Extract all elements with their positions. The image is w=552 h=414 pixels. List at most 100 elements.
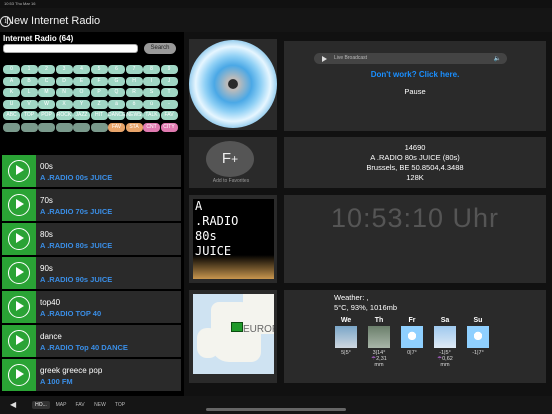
station-row[interactable]: 00s A .RADIO 00s JUICE: [2, 155, 181, 188]
filter-key[interactable]: [38, 123, 55, 132]
filter-key[interactable]: 3: [55, 65, 73, 74]
filter-key[interactable]: R: [125, 88, 143, 98]
filter-key[interactable]: B: [20, 76, 38, 86]
weather-rain-unit: mm: [374, 362, 384, 368]
filter-key[interactable]: N: [55, 88, 73, 98]
audio-player[interactable]: Live Broadcast 🔈: [314, 53, 507, 64]
filter-key[interactable]: F: [90, 76, 108, 86]
filter-key[interactable]: T: [160, 88, 178, 98]
filter-key[interactable]: CNT: [143, 123, 160, 132]
filter-key[interactable]: TALK: [143, 111, 160, 121]
filter-key[interactable]: Q: [108, 88, 125, 98]
play-button[interactable]: [2, 189, 36, 221]
filter-key[interactable]: 5: [90, 65, 108, 74]
filter-key[interactable]: P: [90, 88, 108, 98]
filter-key[interactable]: H: [125, 76, 143, 86]
station-row[interactable]: dance A .RADIO Top 40 DANCE: [2, 325, 181, 358]
filter-key[interactable]: DANCE: [108, 111, 126, 121]
filter-key[interactable]: 2: [38, 65, 55, 74]
filter-key[interactable]: 6: [108, 65, 125, 74]
filter-key[interactable]: [90, 123, 108, 132]
station-subtitle: A 100 FM: [40, 377, 73, 386]
tab-fav[interactable]: FAV: [72, 401, 88, 409]
play-icon: [16, 165, 24, 175]
filter-key[interactable]: D: [55, 76, 73, 86]
filter-key[interactable]: V: [20, 99, 38, 109]
europe-map[interactable]: EUROP: [193, 294, 274, 374]
filter-key[interactable]: HIT: [90, 111, 108, 121]
filter-key[interactable]: 7: [125, 65, 143, 74]
tab-new[interactable]: NEW: [92, 401, 108, 409]
station-subtitle: A .RADIO 80s JUICE: [40, 241, 113, 250]
filter-key[interactable]: L: [20, 88, 38, 98]
filter-key[interactable]: Y: [73, 99, 90, 109]
station-row[interactable]: greek greece pop A 100 FM: [2, 359, 181, 392]
tab-bar: ◀ HO... MAP FAV NEW TOP: [0, 396, 552, 414]
tab-top[interactable]: TOP: [112, 401, 128, 409]
filter-key[interactable]: Z: [90, 99, 108, 109]
filter-key[interactable]: JAZZ: [73, 111, 90, 121]
weather-temp: 5|5°: [341, 350, 351, 356]
filter-key[interactable]: FAV: [108, 123, 125, 132]
tab-map[interactable]: MAP: [53, 401, 69, 409]
filter-key[interactable]: [20, 123, 38, 132]
filter-key[interactable]: J: [160, 76, 178, 86]
play-button[interactable]: [2, 325, 36, 357]
filter-key[interactable]: K: [3, 88, 20, 98]
play-button[interactable]: [2, 155, 36, 187]
station-info-panel: 14690 A .RADIO 80s JUICE (80s) Brussels,…: [284, 137, 546, 188]
filter-key[interactable]: ROCK: [55, 111, 73, 121]
filter-key[interactable]: ö: [125, 99, 143, 109]
dont-work-link[interactable]: Don't work? Click here.: [284, 70, 546, 79]
pause-label[interactable]: Pause: [284, 87, 546, 96]
filter-key[interactable]: I: [143, 76, 160, 86]
volume-icon[interactable]: 🔈: [494, 55, 501, 62]
back-arrow-icon[interactable]: ◀: [10, 400, 16, 409]
filter-key[interactable]: 0: [3, 65, 20, 74]
filter-key[interactable]: S: [143, 88, 160, 98]
search-input[interactable]: [3, 44, 138, 53]
play-icon[interactable]: [322, 56, 327, 62]
filter-key[interactable]: E: [73, 76, 90, 86]
cd-disc-icon[interactable]: [189, 40, 277, 128]
filter-key[interactable]: ä: [108, 99, 125, 109]
station-row[interactable]: top40 A .RADIO TOP 40: [2, 291, 181, 324]
filter-key[interactable]: ü: [143, 99, 160, 109]
filter-key[interactable]: 1: [20, 65, 38, 74]
filter-key[interactable]: POP: [38, 111, 55, 121]
play-button[interactable]: [2, 291, 36, 323]
cd-panel: [189, 39, 277, 130]
filter-key[interactable]: W: [38, 99, 55, 109]
filter-key[interactable]: 9: [160, 65, 178, 74]
play-button[interactable]: [2, 359, 36, 391]
add-favorite-button[interactable]: F+: [206, 141, 254, 177]
play-button[interactable]: [2, 223, 36, 255]
filter-key[interactable]: [73, 123, 90, 132]
filter-key[interactable]: C: [38, 76, 55, 86]
filter-key[interactable]: STA: [125, 123, 143, 132]
filter-key[interactable]: -: [160, 99, 178, 109]
station-row[interactable]: 80s A .RADIO 80s JUICE: [2, 223, 181, 256]
filter-key[interactable]: CITY: [160, 123, 178, 132]
info-icon[interactable]: i: [0, 16, 11, 27]
search-button[interactable]: Search: [144, 43, 176, 54]
filter-key[interactable]: ABC: [3, 111, 20, 121]
filter-key[interactable]: G: [108, 76, 125, 86]
filter-key[interactable]: 8: [143, 65, 160, 74]
filter-key[interactable]: FAV: [160, 111, 178, 121]
filter-key[interactable]: 4: [73, 65, 90, 74]
filter-key[interactable]: M: [38, 88, 55, 98]
filter-key[interactable]: A: [3, 76, 20, 86]
tab-ho[interactable]: HO...: [32, 401, 50, 409]
play-button[interactable]: [2, 257, 36, 289]
filter-key[interactable]: [3, 123, 20, 132]
filter-key[interactable]: TOP: [20, 111, 38, 121]
station-row[interactable]: 90s A .RADIO 90s JUICE: [2, 257, 181, 290]
filter-key[interactable]: U: [3, 99, 20, 109]
filter-key[interactable]: [55, 123, 73, 132]
clock-display: 10:53:10 Uhr: [330, 203, 500, 233]
filter-key[interactable]: NEWS: [125, 111, 143, 121]
filter-key[interactable]: O: [73, 88, 90, 98]
filter-key[interactable]: X: [55, 99, 73, 109]
station-row[interactable]: 70s A .RADIO 70s JUICE: [2, 189, 181, 222]
